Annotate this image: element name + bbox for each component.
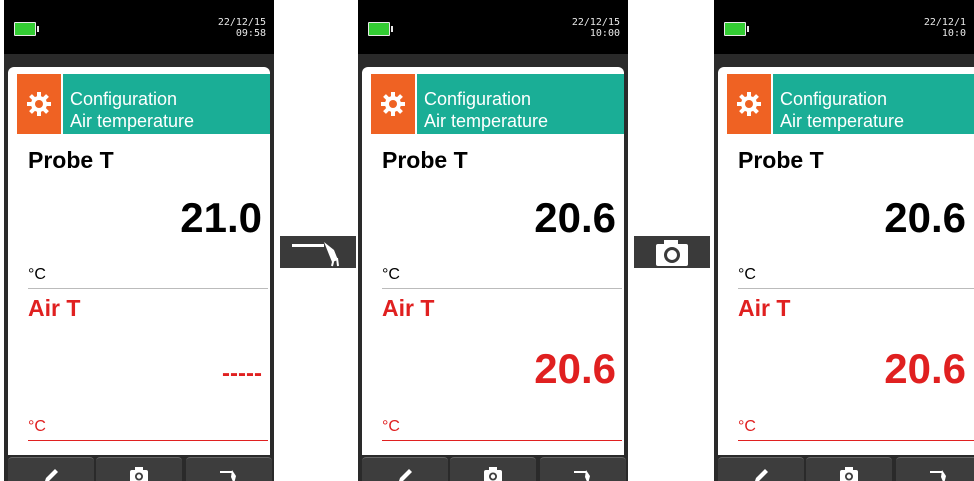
probe-icon xyxy=(574,470,590,481)
camera-icon xyxy=(484,467,502,481)
air-t-value: 20.6 xyxy=(534,345,616,392)
analyzer-screen-2: 22/12/15 10:00 Configuration Air tempera… xyxy=(358,0,628,481)
main-panel: Configuration Air temperature xyxy=(362,67,624,455)
settings-gear-icon xyxy=(727,74,771,134)
probe-t-unit: °C xyxy=(382,266,400,283)
status-bar: 22/12/15 10:00 xyxy=(358,0,628,54)
air-t-label: Air T xyxy=(738,295,791,321)
probe-t-label: Probe T xyxy=(382,147,468,173)
transition-probe xyxy=(280,236,356,268)
camera-softkey[interactable] xyxy=(450,457,536,481)
settings-gear-icon xyxy=(371,74,415,134)
probe-softkey[interactable] xyxy=(186,457,272,481)
divider xyxy=(382,440,622,441)
probe-icon xyxy=(930,470,946,481)
camera-icon xyxy=(656,240,688,266)
time-label: 10:00 xyxy=(589,28,620,39)
air-t-unit: °C xyxy=(382,418,400,435)
datetime: 22/12/1 10:0 xyxy=(924,17,966,39)
page-header: Configuration Air temperature xyxy=(417,74,624,134)
transition-camera xyxy=(634,236,710,268)
battery-icon xyxy=(368,22,393,36)
header-title: Configuration xyxy=(424,89,532,109)
pencil-icon xyxy=(45,469,58,481)
analyzer-screen-1: 22/12/15 09:58 Configuration Air tempera… xyxy=(4,0,274,481)
date-label: 22/12/1 xyxy=(923,17,966,28)
camera-softkey[interactable] xyxy=(96,457,182,481)
datetime: 22/12/15 10:00 xyxy=(572,17,620,39)
battery-icon xyxy=(14,22,39,36)
air-t-label: Air T xyxy=(382,295,435,321)
divider xyxy=(382,288,622,289)
divider xyxy=(738,288,974,289)
header-subtitle: Air temperature xyxy=(780,111,905,131)
probe-icon xyxy=(220,470,236,481)
header-title: Configuration xyxy=(780,89,888,109)
divider xyxy=(28,288,268,289)
probe-t-value: 21.0 xyxy=(180,194,262,241)
analyzer-screen-3: 22/12/1 10:0 Configuration Air temperatu… xyxy=(714,0,974,481)
page-header: Configuration Air temperature xyxy=(773,74,974,134)
probe-t-value: 20.6 xyxy=(534,194,616,241)
status-bar: 22/12/1 10:0 xyxy=(714,0,974,54)
header-subtitle: Air temperature xyxy=(424,111,549,131)
main-panel: Configuration Air temperature xyxy=(718,67,974,455)
edit-softkey[interactable] xyxy=(718,457,804,481)
divider xyxy=(28,440,268,441)
air-t-unit: °C xyxy=(738,418,756,435)
date-label: 22/12/15 xyxy=(571,17,620,28)
battery-icon xyxy=(724,22,749,36)
air-t-label: Air T xyxy=(28,295,81,321)
datetime: 22/12/15 09:58 xyxy=(218,17,266,39)
air-t-value: ----- xyxy=(222,360,262,387)
header-subtitle: Air temperature xyxy=(70,111,195,131)
probe-icon xyxy=(292,242,339,267)
status-bar: 22/12/15 09:58 xyxy=(4,0,274,54)
date-label: 22/12/15 xyxy=(217,17,266,28)
time-label: 09:58 xyxy=(235,28,266,39)
air-t-unit: °C xyxy=(28,418,46,435)
page-header: Configuration Air temperature xyxy=(63,74,270,134)
pencil-icon xyxy=(399,469,412,481)
camera-icon xyxy=(130,467,148,481)
edit-softkey[interactable] xyxy=(362,457,448,481)
probe-softkey[interactable] xyxy=(896,457,974,481)
probe-t-label: Probe T xyxy=(28,147,114,173)
pencil-icon xyxy=(755,469,768,481)
settings-gear-icon xyxy=(17,74,61,134)
edit-softkey[interactable] xyxy=(8,457,94,481)
probe-t-label: Probe T xyxy=(738,147,824,173)
time-label: 10:0 xyxy=(941,28,966,39)
probe-t-unit: °C xyxy=(738,266,756,283)
camera-icon xyxy=(840,467,858,481)
header-title: Configuration xyxy=(70,89,178,109)
probe-t-unit: °C xyxy=(28,266,46,283)
divider xyxy=(738,440,974,441)
camera-softkey[interactable] xyxy=(806,457,892,481)
main-panel: Configuration Air temperature xyxy=(8,67,270,455)
probe-softkey[interactable] xyxy=(540,457,626,481)
air-t-value: 20.6 xyxy=(884,345,966,392)
probe-t-value: 20.6 xyxy=(884,194,966,241)
